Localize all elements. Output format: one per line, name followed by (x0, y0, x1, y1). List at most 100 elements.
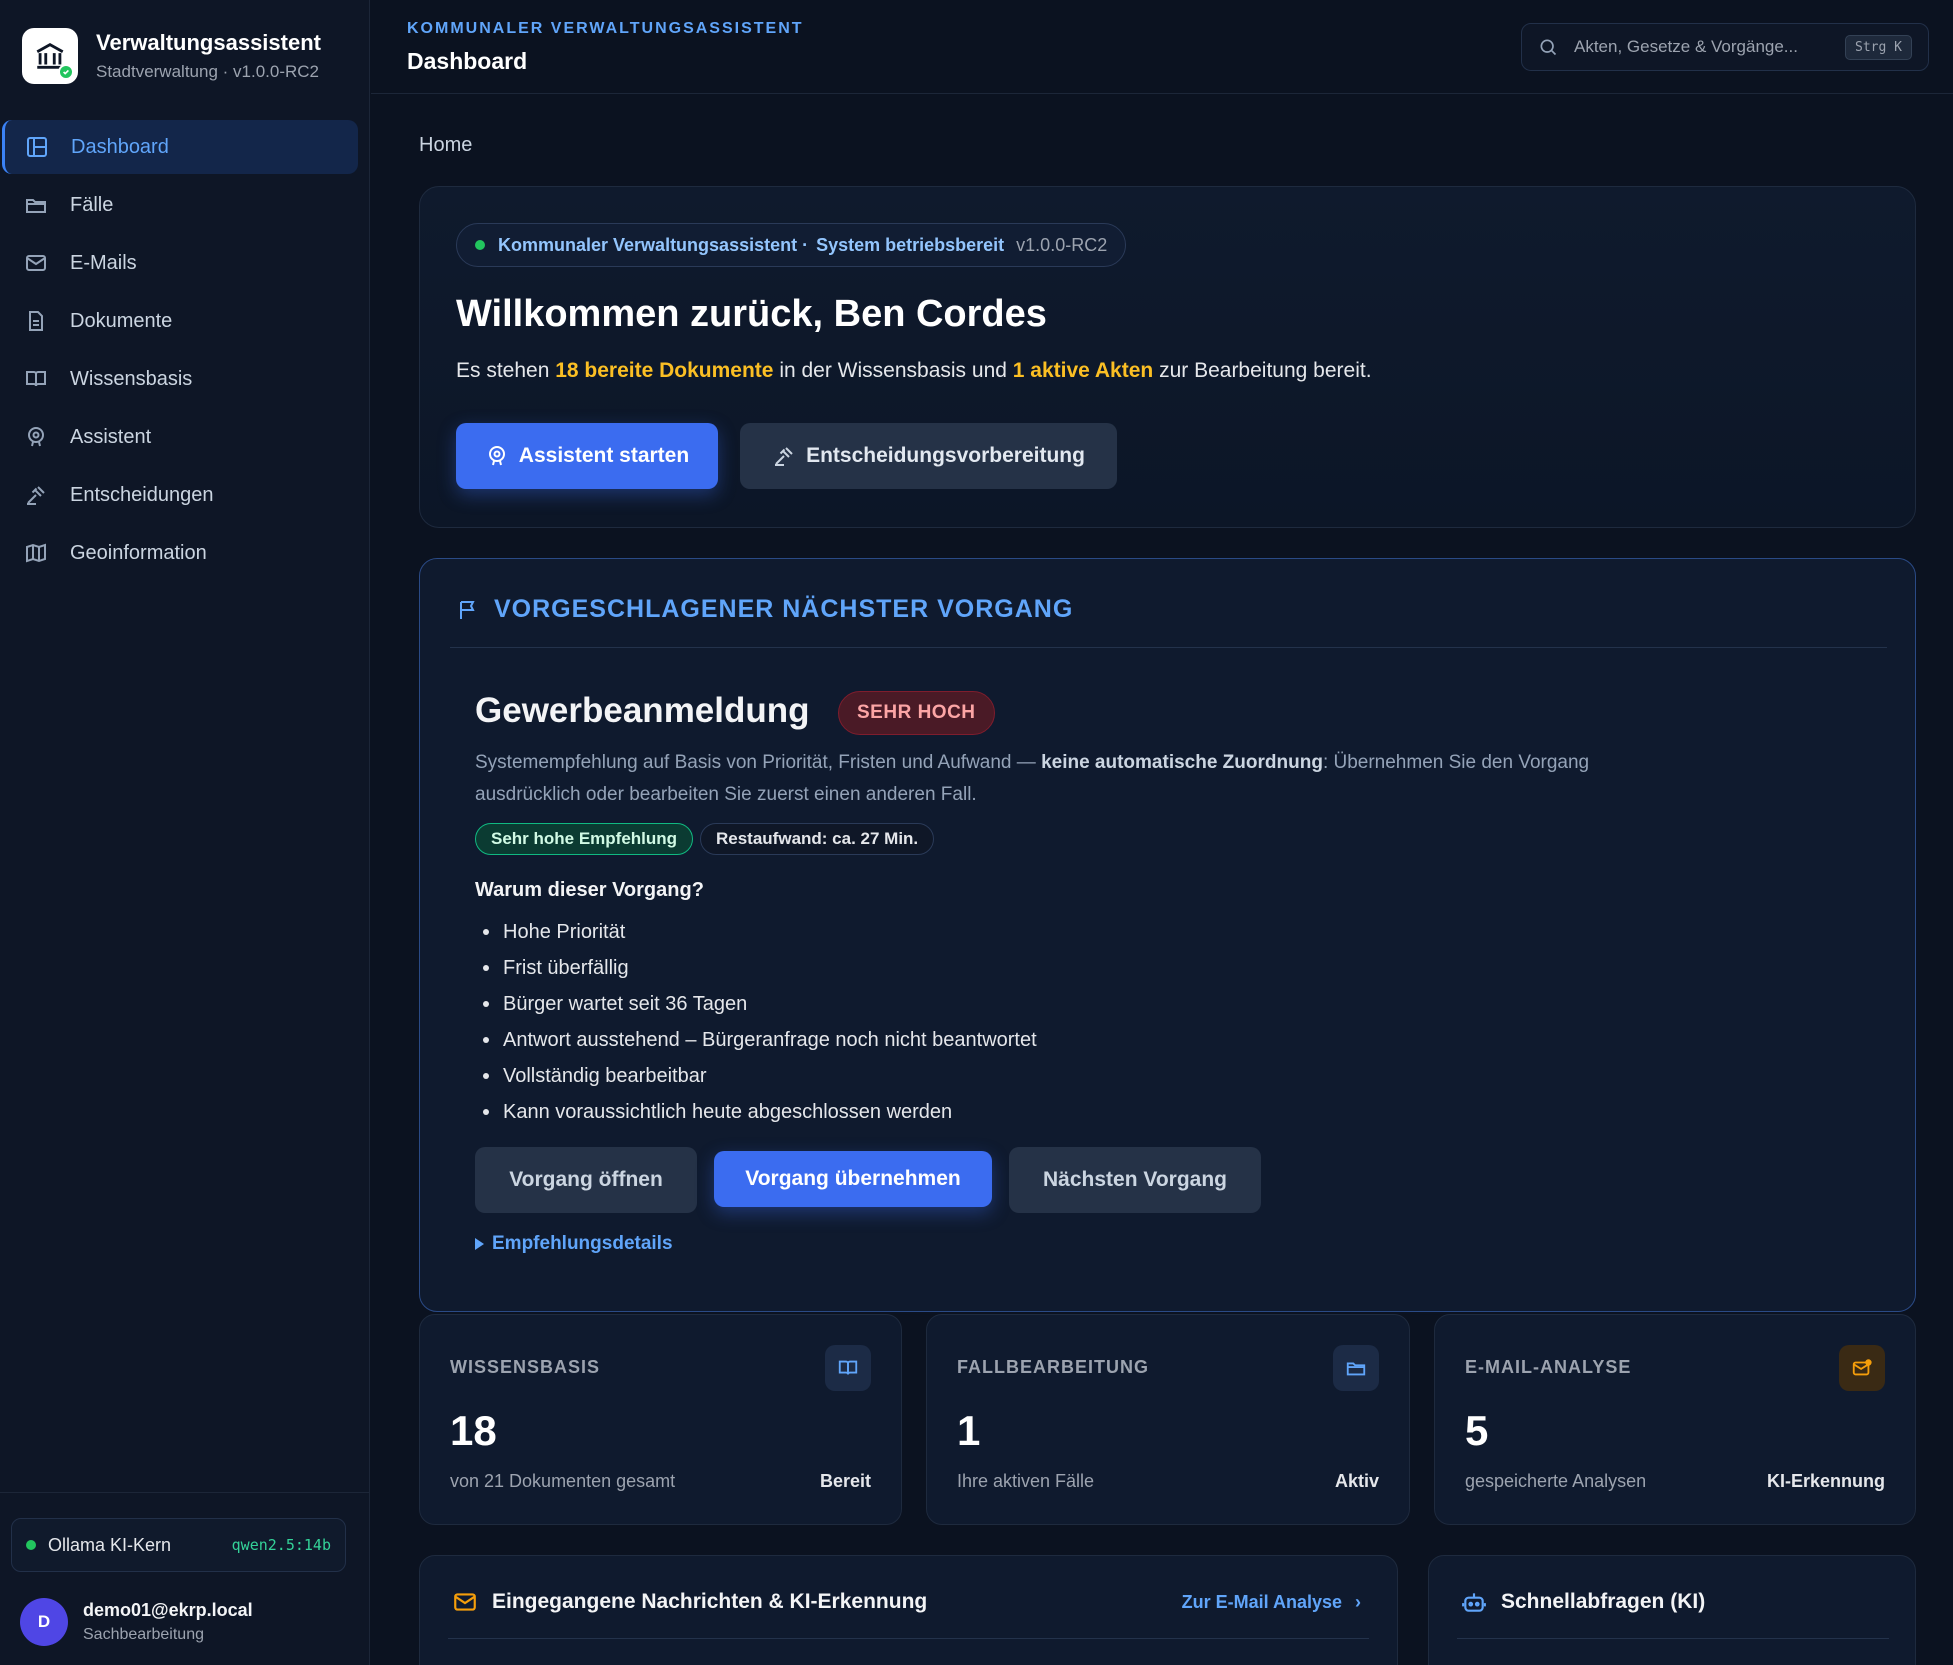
welcome-card: Kommunaler Verwaltungsassistent · System… (419, 186, 1916, 528)
nav-item-faelle[interactable]: Fälle (2, 178, 358, 232)
welcome-text: zur Bearbeitung bereit. (1153, 359, 1372, 382)
panel-header: Eingegangene Nachrichten & KI-Erkennung (452, 1589, 927, 1615)
welcome-text: Es stehen (456, 359, 556, 382)
main-nav: Dashboard Fälle E-Mails Dokumente Wissen… (2, 120, 358, 584)
suggestion-heading-text: VORGESCHLAGENER NÄCHSTER VORGANG (494, 595, 1074, 623)
gavel-icon (775, 447, 793, 466)
nav-item-dokumente[interactable]: Dokumente (2, 294, 358, 348)
stat-label: WISSENSBASIS (450, 1357, 601, 1377)
stat-state: Bereit (819, 1471, 871, 1491)
stat-card-email-analyse[interactable]: E-MAIL-ANALYSE 5 gespeicherte Analysen K… (1434, 1314, 1916, 1525)
nav-item-geoinformation[interactable]: Geoinformation (2, 526, 358, 580)
mail-icon (26, 255, 46, 271)
nav-label: Wissensbasis (70, 367, 193, 390)
robot-icon (1462, 1593, 1486, 1612)
brand-title: Verwaltungsassistent (96, 30, 321, 55)
open-case-button[interactable]: Vorgang öffnen (475, 1147, 697, 1213)
details-label: Empfehlungsdetails (492, 1233, 673, 1254)
user-email: demo01@ekrp.local (83, 1600, 253, 1620)
status-dot (26, 1540, 36, 1550)
pill-version: v1.0.0-RC2 (1016, 234, 1108, 255)
nav-item-dashboard[interactable]: Dashboard (2, 120, 358, 174)
desc-text: Systemempfehlung auf Basis von Priorität… (475, 752, 1042, 773)
sidebar: Verwaltungsassistent Stadtverwaltung · v… (0, 0, 370, 1665)
status-dot (475, 240, 485, 250)
ai-status-badge[interactable]: Ollama KI-Kern qwen2.5:14b (11, 1518, 346, 1572)
welcome-text: in der Wissensbasis und (773, 359, 1013, 382)
search-placeholder: Akten, Gesetze & Vorgänge... (1574, 37, 1798, 56)
divider (1457, 1638, 1889, 1639)
avatar: D (20, 1598, 68, 1646)
next-case-button[interactable]: Nächsten Vorgang (1009, 1147, 1261, 1213)
nav-label: E-Mails (70, 251, 137, 274)
list-item: Kann voraussichtlich heute abgeschlossen… (475, 1094, 1037, 1130)
list-item: Antwort ausstehend – Bürgeranfrage noch … (475, 1022, 1037, 1058)
nav-label: Fälle (70, 193, 114, 216)
stat-card-wissensbasis[interactable]: WISSENSBASIS 18 von 21 Dokumenten gesamt… (419, 1314, 902, 1525)
pill-app-name: Kommunaler Verwaltungsassistent · (498, 234, 809, 255)
ai-core-label: Ollama KI-Kern (48, 1534, 172, 1555)
take-case-button[interactable]: Vorgang übernehmen (714, 1151, 992, 1207)
nav-item-entscheidungen[interactable]: Entscheidungen (2, 468, 358, 522)
start-assistant-button[interactable]: Assistent starten (456, 423, 718, 489)
mail-alert-icon (1839, 1345, 1885, 1391)
stat-label: E-MAIL-ANALYSE (1465, 1357, 1632, 1377)
email-analysis-link[interactable]: Zur E-Mail Analyse › (1182, 1592, 1361, 1613)
brand[interactable]: Verwaltungsassistent Stadtverwaltung · v… (22, 28, 321, 84)
nav-item-emails[interactable]: E-Mails (2, 236, 358, 290)
desc-bold: keine automatische Zuordnung (1041, 752, 1323, 773)
assistant-icon (28, 427, 44, 447)
list-item: Hohe Priorität (475, 914, 1037, 950)
priority-badge: SEHR HOCH (838, 691, 995, 735)
search-input[interactable]: Akten, Gesetze & Vorgänge... Strg K (1521, 23, 1929, 71)
divider (448, 1638, 1369, 1639)
panel-title: Schnellabfragen (KI) (1501, 1590, 1706, 1613)
verified-icon (58, 64, 74, 80)
recommendation-chip: Sehr hohe Empfehlung (475, 823, 694, 855)
nav-label: Dokumente (70, 309, 173, 332)
user-role: Sachbearbeitung (83, 1626, 204, 1643)
brand-subtitle: Stadtverwaltung · v1.0.0-RC2 (96, 62, 319, 81)
suggested-case-card: VORGESCHLAGENER NÄCHSTER VORGANG Gewerbe… (419, 558, 1916, 1312)
caret-right-icon (475, 1238, 484, 1250)
active-cases-count: 1 aktive Akten (1012, 359, 1154, 382)
button-label: Assistent starten (518, 444, 690, 467)
nav-label: Geoinformation (70, 541, 207, 564)
stat-state: Aktiv (1334, 1471, 1379, 1491)
breadcrumb[interactable]: Home (419, 134, 472, 157)
flag-icon (460, 600, 475, 619)
search-icon (1540, 39, 1557, 56)
stat-description: von 21 Dokumenten gesamt (450, 1471, 676, 1491)
nav-item-assistent[interactable]: Assistent (2, 410, 358, 464)
nav-item-wissensbasis[interactable]: Wissensbasis (2, 352, 358, 406)
nav-label: Entscheidungen (70, 483, 214, 506)
sidebar-divider (0, 1492, 370, 1493)
divider (450, 647, 1887, 648)
ai-model-name: qwen2.5:14b (231, 1536, 331, 1554)
stat-value: 1 (957, 1407, 981, 1454)
panel-header: Schnellabfragen (KI) (1461, 1589, 1705, 1615)
assistant-icon (488, 446, 505, 466)
folder-icon (1333, 1345, 1379, 1391)
welcome-title: Willkommen zurück, Ben Cordes (456, 293, 1047, 335)
book-icon (26, 371, 46, 387)
messages-panel: Eingegangene Nachrichten & KI-Erkennung … (419, 1555, 1398, 1665)
effort-chip: Restaufwand: ca. 27 Min. (700, 823, 935, 855)
nav-label: Assistent (70, 425, 152, 448)
stat-card-fallbearbeitung[interactable]: FALLBEARBEITUNG 1 Ihre aktiven Fälle Akt… (926, 1314, 1410, 1525)
system-status-pill: Kommunaler Verwaltungsassistent · System… (456, 223, 1127, 267)
header-kicker: KOMMUNALER VERWALTUNGSASSISTENT (407, 20, 804, 37)
welcome-subtitle: Es stehen 18 bereite Dokumente in der Wi… (456, 359, 1372, 383)
case-title: Gewerbeanmeldung (475, 691, 810, 730)
page-title: Dashboard (407, 48, 528, 74)
nav-label: Dashboard (71, 135, 169, 158)
recommendation-details-toggle[interactable]: Empfehlungsdetails (475, 1233, 673, 1255)
link-label: Zur E-Mail Analyse (1181, 1592, 1342, 1612)
document-icon (29, 311, 43, 331)
stat-value: 5 (1465, 1407, 1489, 1454)
search-shortcut: Strg K (1845, 34, 1912, 60)
user-profile[interactable]: D demo01@ekrp.local Sachbearbeitung (20, 1598, 253, 1646)
folder-icon (26, 199, 46, 213)
pill-status: System betriebsbereit (816, 234, 1005, 255)
decision-preparation-button[interactable]: Entscheidungsvorbereitung (740, 423, 1117, 489)
